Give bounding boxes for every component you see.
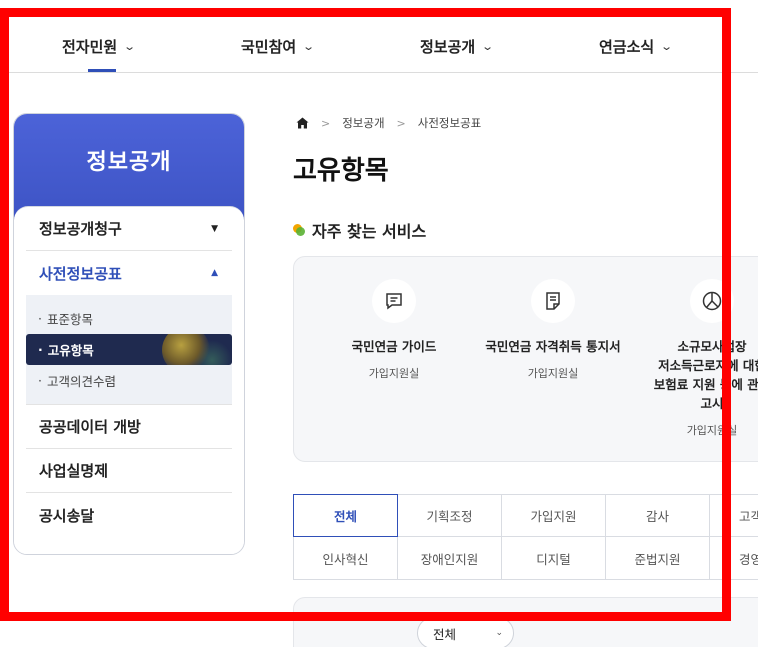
caret-down-icon: ▼ xyxy=(211,223,218,234)
nav-item-info-disclosure[interactable]: 정보공개 ⌄ xyxy=(420,36,495,57)
active-nav-indicator xyxy=(88,69,116,72)
service-dept: 가입지원실 xyxy=(527,367,579,380)
tab-subscription[interactable]: 가입지원 xyxy=(501,494,606,537)
bullet-dot: · xyxy=(38,342,43,357)
tab-hr-innovation[interactable]: 인사혁신 xyxy=(293,536,398,580)
sidebar-submenu: · 표준항목 · 고유항목 · 고객의견수렴 xyxy=(26,295,232,405)
home-icon[interactable] xyxy=(296,117,309,129)
sidebar-item-open-data[interactable]: 공공데이터 개방 xyxy=(26,405,232,449)
bullet-dot: · xyxy=(38,311,42,326)
page-title: 고유항목 xyxy=(293,156,389,186)
tab-row: 전체 기획조정 가입지원 감사 고객 xyxy=(293,494,758,537)
chevron-down-icon: ⌄ xyxy=(302,40,316,53)
tab-management[interactable]: 경영 xyxy=(709,536,758,580)
sidebar-item-label: 사업실명제 xyxy=(39,462,109,480)
select-value: 전체 xyxy=(433,626,457,642)
services-section-title: 자주 찾는 서비스 xyxy=(293,218,426,242)
tab-compliance[interactable]: 준법지원 xyxy=(605,536,710,580)
sidebar-subitem-standard[interactable]: · 표준항목 xyxy=(26,303,232,334)
tab-row: 인사혁신 장애인지원 디지털 준법지원 경영 xyxy=(293,536,758,580)
sidebar-item-pre-disclosure[interactable]: 사전정보공표 ▲ xyxy=(26,251,232,295)
bullet-dot: · xyxy=(38,373,42,388)
tab-digital[interactable]: 디지털 xyxy=(501,536,606,580)
service-name: 국민연금 가이드 xyxy=(351,339,437,354)
tab-disability[interactable]: 장애인지원 xyxy=(397,536,502,580)
chevron-down-icon: ⌄ xyxy=(660,40,674,53)
top-navigation: 전자민원 ⌄ 국민참여 ⌄ 정보공개 ⌄ 연금소식 ⌄ xyxy=(0,0,758,73)
sidebar-item-label: 사전정보공표 xyxy=(39,264,122,283)
caret-up-icon: ▲ xyxy=(211,268,218,278)
service-dept: 가입지원실 xyxy=(368,367,420,380)
sidebar-subitem-label: 고객의견수렴 xyxy=(46,374,116,389)
nav-item-participation[interactable]: 국민참여 ⌄ xyxy=(241,36,316,57)
sidebar-item-label: 공공데이터 개방 xyxy=(39,418,141,436)
pie-chart-icon xyxy=(690,279,734,323)
breadcrumb-item[interactable]: 사전정보공표 xyxy=(418,115,481,131)
nav-item-label: 정보공개 xyxy=(420,38,476,56)
sidebar-subitem-label: 고유항목 xyxy=(47,343,94,358)
chevron-down-icon: ⌄ xyxy=(481,40,495,53)
bullet-dots-icon xyxy=(293,224,305,236)
sidebar-subitem-feedback[interactable]: · 고객의견수렴 xyxy=(26,365,232,396)
services-title: 자주 찾는 서비스 xyxy=(312,222,427,241)
sidebar-item-label: 정보공개청구 xyxy=(39,220,122,238)
chevron-right-icon: > xyxy=(396,116,406,130)
nav-item-label: 전자민원 xyxy=(62,38,118,56)
sidebar-menu: 정보공개청구 ▼ 사전정보공표 ▲ · 표준항목 · 고유항목 · 고객의견수렴… xyxy=(14,206,244,554)
sidebar-subitem-label: 표준항목 xyxy=(46,312,93,327)
sidebar-item-public-notice[interactable]: 공시송달 xyxy=(26,493,232,537)
category-select[interactable]: 전체 ⌄ xyxy=(417,617,514,647)
category-tabs: 전체 기획조정 가입지원 감사 고객 인사혁신 장애인지원 디지털 준법지원 경… xyxy=(293,494,758,580)
tab-planning[interactable]: 기획조정 xyxy=(397,494,502,537)
breadcrumb-item[interactable]: 정보공개 xyxy=(342,115,384,131)
service-name: 국민연금 자격취득 통지서 xyxy=(485,339,621,354)
tab-all[interactable]: 전체 xyxy=(293,494,398,537)
chevron-down-icon: ⌄ xyxy=(123,40,137,53)
nav-item-label: 연금소식 xyxy=(599,38,655,56)
tab-customer[interactable]: 고객 xyxy=(709,494,758,537)
document-icon xyxy=(531,279,575,323)
chevron-down-icon: ⌄ xyxy=(495,628,503,638)
sidebar-item-project-realname[interactable]: 사업실명제 xyxy=(26,449,232,493)
tab-audit[interactable]: 감사 xyxy=(605,494,710,537)
sidebar-item-info-request[interactable]: 정보공개청구 ▼ xyxy=(26,207,232,251)
services-card: 국민연금 가이드 가입지원실 국민연금 자격취득 통지서 가입지원실 소규모사업… xyxy=(293,256,758,462)
service-item[interactable]: 국민연금 가이드 가입지원실 xyxy=(319,279,469,381)
nav-item-label: 국민참여 xyxy=(241,38,297,56)
service-item[interactable]: 국민연금 자격취득 통지서 가입지원실 xyxy=(478,279,628,381)
breadcrumb: > 정보공개 > 사전정보공표 xyxy=(296,115,481,131)
nav-item-pension-news[interactable]: 연금소식 ⌄ xyxy=(599,36,674,57)
filter-panel xyxy=(293,597,758,647)
service-item[interactable]: 소규모사업장 저소득근로자에 대한 보험료 지원 등에 관한 고시 가입지원실 xyxy=(637,279,758,438)
chevron-right-icon: > xyxy=(321,116,331,130)
service-dept: 가입지원실 xyxy=(686,424,738,437)
sidebar: 정보공개 정보공개청구 ▼ 사전정보공표 ▲ · 표준항목 · 고유항목 · 고… xyxy=(13,113,245,555)
sidebar-subitem-unique[interactable]: · 고유항목 xyxy=(26,334,232,365)
nav-item-e-civil[interactable]: 전자민원 ⌄ xyxy=(62,36,137,57)
message-icon xyxy=(372,279,416,323)
sidebar-item-label: 공시송달 xyxy=(39,506,95,525)
service-name: 소규모사업장 저소득근로자에 대한 보험료 지원 등에 관한 고시 xyxy=(653,339,758,411)
